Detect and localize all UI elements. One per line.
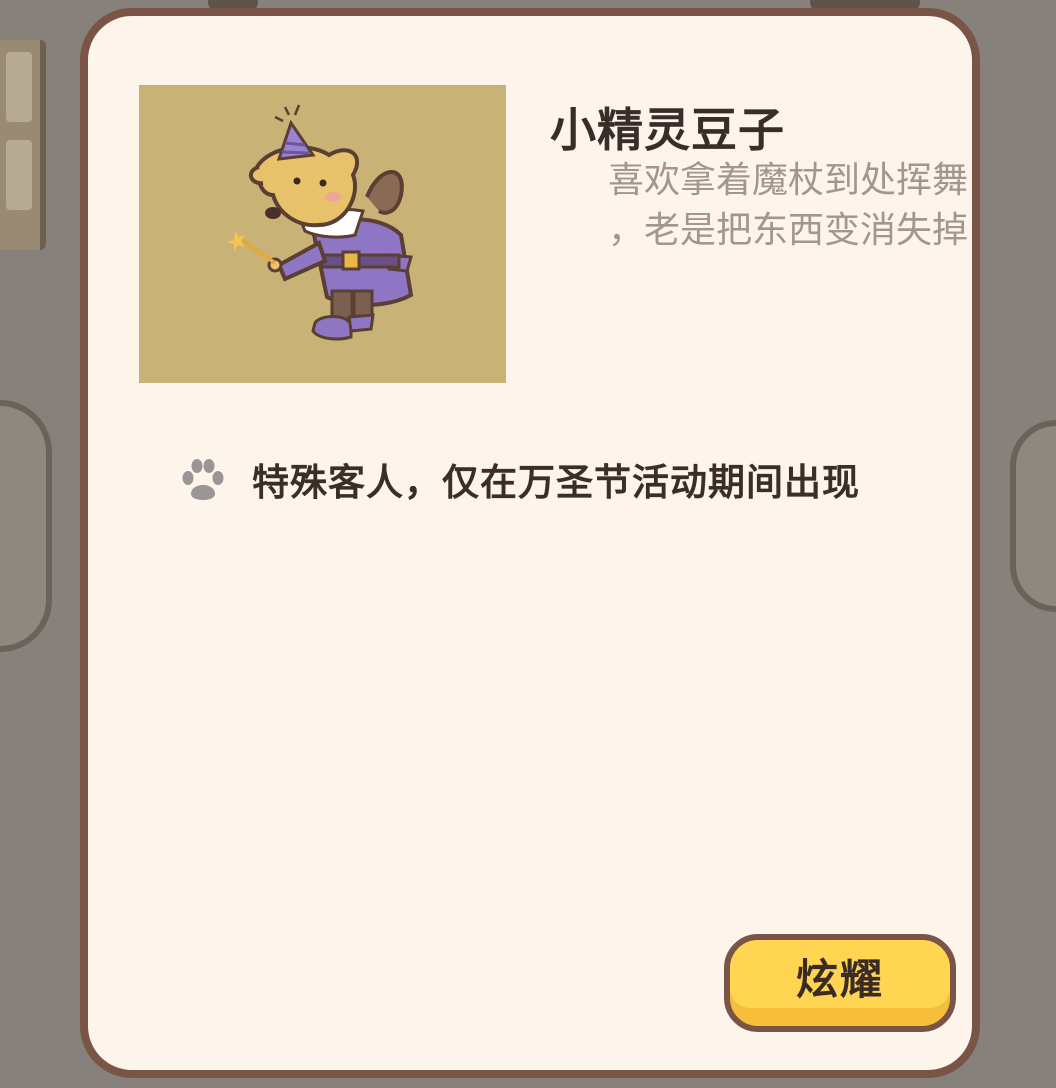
- background-customer-right: [1010, 420, 1056, 612]
- character-portrait: [139, 85, 506, 383]
- wizard-dog-illustration: [227, 104, 414, 341]
- background-shelf-slot: [6, 52, 32, 122]
- background-customer-left: [0, 400, 52, 652]
- background-shelf: [0, 40, 46, 250]
- character-name: 小精灵豆子: [550, 103, 785, 157]
- paw-icon: [182, 459, 224, 500]
- show-off-button-label: 炫耀: [795, 954, 884, 1004]
- background-shelf-slot: [6, 140, 32, 210]
- character-detail-dialog: 小精灵豆子 喜欢拿着魔杖到处挥舞 ，老是把东西变消失掉 特殊客人，仅在万圣节活动…: [80, 8, 980, 1078]
- character-description-line: ，老是把东西变消失掉: [607, 210, 968, 251]
- show-off-button[interactable]: 炫耀: [724, 934, 956, 1032]
- special-guest-note: 特殊客人，仅在万圣节活动期间出现: [178, 452, 860, 506]
- character-description-line: 喜欢拿着魔杖到处挥舞: [607, 160, 968, 201]
- character-description: 喜欢拿着魔杖到处挥舞 ，老是把东西变消失掉: [550, 156, 968, 256]
- special-guest-text: 特殊客人，仅在万圣节活动期间出现: [252, 461, 860, 504]
